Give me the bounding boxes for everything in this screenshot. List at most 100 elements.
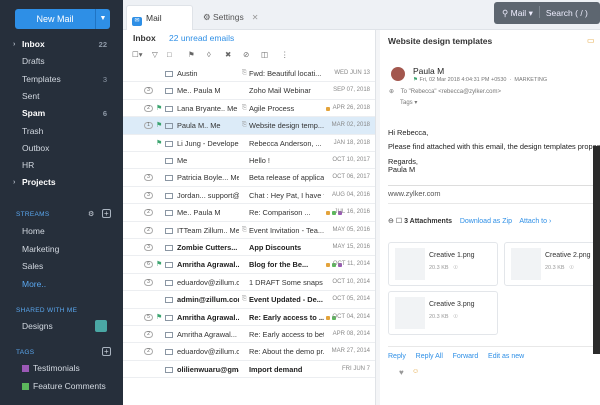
recipient-address[interactable]: "Rebecca" <rebecca@zylker.com> xyxy=(409,89,501,95)
mail-link[interactable]: www.zylker.com xyxy=(388,189,441,198)
table-row[interactable]: 6 ⚑ Amritha Agrawal... Blog for the Be... OC… xyxy=(123,256,375,274)
envelope-icon[interactable] xyxy=(165,332,173,338)
sidebar-item-spam[interactable]: Spam 6 xyxy=(0,105,123,122)
table-row[interactable]: admin@zillum.com ⎘ Event Updated - De... OC… xyxy=(123,291,375,309)
thread-count[interactable]: 2 xyxy=(144,331,153,338)
reply-button[interactable]: Reply xyxy=(388,353,406,360)
search-input[interactable]: Search ( / ) xyxy=(546,8,588,18)
download-icon[interactable]: ☉ xyxy=(453,265,458,271)
envelope-icon[interactable] xyxy=(165,71,173,77)
table-row[interactable]: 3 Zombie Cutters... le... App Discounts MAY… xyxy=(123,239,375,257)
thread-count[interactable]: 2 xyxy=(144,348,153,356)
attach-to-link[interactable]: Attach to › xyxy=(519,218,551,225)
table-row[interactable]: 2 ⚑ Lana Bryante.. Me ⎘ Agile Process APR 26,… xyxy=(123,100,375,118)
envelope-icon[interactable] xyxy=(165,262,173,269)
unread-count[interactable]: 22 unread emails xyxy=(169,33,234,43)
download-icon[interactable]: ☉ xyxy=(453,314,458,320)
tab-settings[interactable]: ⚙ Settings ✕ xyxy=(198,5,268,30)
envelope-icon[interactable] xyxy=(165,314,173,321)
flag-icon[interactable]: ⚑ xyxy=(413,77,418,83)
tab-mail[interactable]: ✉ Mail xyxy=(126,5,193,30)
flag-icon[interactable]: ⚑ xyxy=(156,309,162,326)
envelope-icon[interactable] xyxy=(165,123,173,130)
stream-item[interactable]: Home xyxy=(0,223,123,240)
reply-all-button[interactable]: Reply All xyxy=(416,353,443,360)
filter-icon[interactable]: ▽ xyxy=(152,50,158,59)
table-row[interactable]: 3 Jordan... support@z... Chat : Hey Pat, I… xyxy=(123,187,375,205)
close-icon[interactable]: ✕ xyxy=(252,13,259,22)
thread-count[interactable]: 3 xyxy=(144,87,153,95)
table-row[interactable]: 3 Me.. Paula M Zoho Mail Webinar SEP 07, 20… xyxy=(123,82,375,100)
tag-item[interactable]: Feature Comments xyxy=(0,378,123,395)
sender-name[interactable]: Paula M xyxy=(413,66,444,76)
flag-icon[interactable]: ⚑ xyxy=(156,256,162,273)
flag-icon[interactable]: ⚑ xyxy=(188,50,195,59)
table-row[interactable]: 2 Me.. Paula M Re: Comparison ... JUL 16, 2… xyxy=(123,204,375,222)
table-row[interactable]: Austin ⎘ Fwd: Beautiful locati... WED JUN 1… xyxy=(123,65,375,83)
settings-icon[interactable]: ⚙ xyxy=(88,210,95,218)
tag-item[interactable]: Testimonials xyxy=(0,360,123,377)
delete-icon[interactable]: ✖ xyxy=(225,50,231,59)
attachments-checkbox[interactable]: ☐ xyxy=(396,218,402,225)
envelope-icon[interactable] xyxy=(165,105,173,112)
sidebar-item-hr[interactable]: HR xyxy=(0,157,123,174)
sidebar-item-sent[interactable]: Sent xyxy=(0,88,123,105)
sidebar-item-templates[interactable]: Templates 3 xyxy=(0,71,123,88)
toggle-icon[interactable]: ⊕ xyxy=(389,89,394,95)
thread-count[interactable]: 2 xyxy=(144,226,153,234)
sidebar-item-inbox[interactable]: › Inbox 22 xyxy=(0,36,123,53)
envelope-icon[interactable] xyxy=(165,88,173,95)
envelope-icon[interactable] xyxy=(165,227,173,234)
flag-icon[interactable]: ⚑ xyxy=(156,117,162,134)
attachment-card[interactable]: Creative 2.png 20.3 KB ☉ xyxy=(504,242,600,286)
envelope-icon[interactable] xyxy=(165,279,173,286)
sidebar-item-trash[interactable]: Trash xyxy=(0,123,123,140)
table-row[interactable]: 5 ⚑ Amritha Agrawal... Re: Early access to … xyxy=(123,309,375,326)
select-all-checkbox[interactable]: ☐▾ xyxy=(132,50,143,59)
envelope-icon[interactable] xyxy=(165,245,173,251)
table-row[interactable]: 3 Patricia Boyle... Me Beta release of app… xyxy=(123,169,375,187)
sidebar-item-outbox[interactable]: Outbox xyxy=(0,140,123,157)
like-icon[interactable]: ♥ xyxy=(399,368,404,377)
collapse-icon[interactable]: ⊖ xyxy=(388,218,394,225)
envelope-icon[interactable] xyxy=(165,158,173,164)
thread-count[interactable]: 6 xyxy=(144,261,153,269)
sidebar-item-projects[interactable]: › Projects xyxy=(0,174,123,191)
block-icon[interactable]: ⊘ xyxy=(243,50,249,59)
reaction-icon[interactable]: ☺ xyxy=(412,368,419,375)
table-row[interactable]: ⚑ Li Jung - Developer Rebecca Anderson, ..… xyxy=(123,135,375,152)
stream-item[interactable]: Sales xyxy=(0,258,123,275)
more-icon[interactable]: ⋮ xyxy=(281,50,289,59)
tag-icon[interactable]: ◊ xyxy=(207,50,211,59)
thread-count[interactable]: 3 xyxy=(144,278,153,286)
envelope-icon[interactable] xyxy=(165,210,173,217)
thread-count[interactable]: 2 xyxy=(144,209,153,217)
envelope-icon[interactable] xyxy=(165,192,173,199)
flag-icon[interactable]: ⚑ xyxy=(156,100,162,117)
download-zip-link[interactable]: Download as Zip xyxy=(460,218,512,225)
table-row[interactable]: 1 ⚑ Paula M.. Me ⎘ Website design temp... MAR… xyxy=(123,117,375,135)
envelope-icon[interactable] xyxy=(165,366,173,373)
thread-count[interactable]: 3 xyxy=(144,174,153,182)
archive-icon[interactable]: ◫ xyxy=(261,50,268,59)
table-row[interactable]: 3 eduardov@zillum.c... 1 DRAFT Some snaps … xyxy=(123,274,375,292)
thread-count[interactable]: 3 xyxy=(144,191,153,199)
table-row[interactable]: 2 eduardov@zillum.c... Re: About the demo … xyxy=(123,343,375,361)
chevron-right-icon[interactable]: › xyxy=(13,36,15,53)
table-row[interactable]: 2 ITTeam Zillum.. Me ⎘ Event Invitation - T… xyxy=(123,222,375,239)
thread-count[interactable]: 2 xyxy=(144,104,153,112)
thread-count[interactable]: 5 xyxy=(144,313,153,321)
sidebar-item-drafts[interactable]: Drafts xyxy=(0,53,123,70)
envelope-icon[interactable] xyxy=(165,140,173,147)
table-row[interactable]: 2 Amritha Agrawal... Re: Early access to b… xyxy=(123,326,375,344)
tags-row[interactable]: Tags ▾ xyxy=(400,99,417,106)
add-stream-icon[interactable]: + xyxy=(102,209,111,218)
search-bar[interactable]: ⚲ Mail ▾ Search ( / ) xyxy=(494,2,600,24)
forward-button[interactable]: Forward xyxy=(453,353,479,360)
thread-count[interactable]: 3 xyxy=(144,244,153,251)
envelope-icon[interactable] xyxy=(165,349,173,356)
folder-icon[interactable]: □ xyxy=(167,50,172,59)
stream-item[interactable]: More.. xyxy=(0,276,123,293)
attachment-card[interactable]: Creative 1.png 20.3 KB ☉ xyxy=(388,242,498,286)
download-icon[interactable]: ☉ xyxy=(569,265,574,271)
